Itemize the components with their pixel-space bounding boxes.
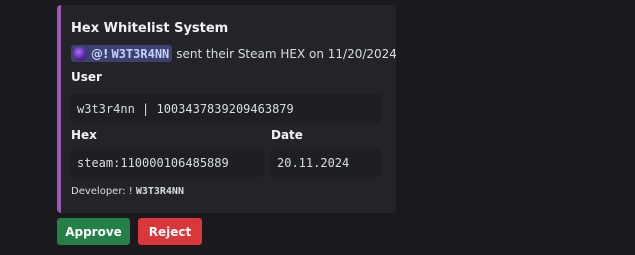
embed-footer: Developer: ! W3T3R4NN [71,186,184,197]
description-text: sent their Steam HEX on 11/20/2024. [176,46,396,61]
footer-developer-name: W3T3R4NN [135,186,184,197]
footer-prefix: Developer: ! [71,186,133,197]
embed-title: Hex Whitelist System [71,21,229,36]
approve-button[interactable]: Approve [57,218,130,245]
field-date-label: Date [271,128,303,142]
field-hex-label: Hex [71,128,97,142]
user-mention[interactable]: @! W3T3R4NN [71,45,173,62]
field-user-value: w3t3r4nn | 1003437839209463879 [71,94,381,124]
embed-accent-bar [57,5,61,213]
mention-prefix: @! [91,46,109,61]
mention-username: W3T3R4NN [111,46,170,61]
reject-button[interactable]: Reject [138,218,202,245]
whitelist-embed: Hex Whitelist System @! W3T3R4NN sent th… [57,5,396,213]
embed-description: @! W3T3R4NN sent their Steam HEX on 11/2… [71,45,396,62]
field-user-label: User [71,70,102,84]
field-hex-value: steam:110000106485889 [71,149,264,177]
avatar-icon [73,46,87,61]
field-date-value: 20.11.2024 [271,149,381,177]
